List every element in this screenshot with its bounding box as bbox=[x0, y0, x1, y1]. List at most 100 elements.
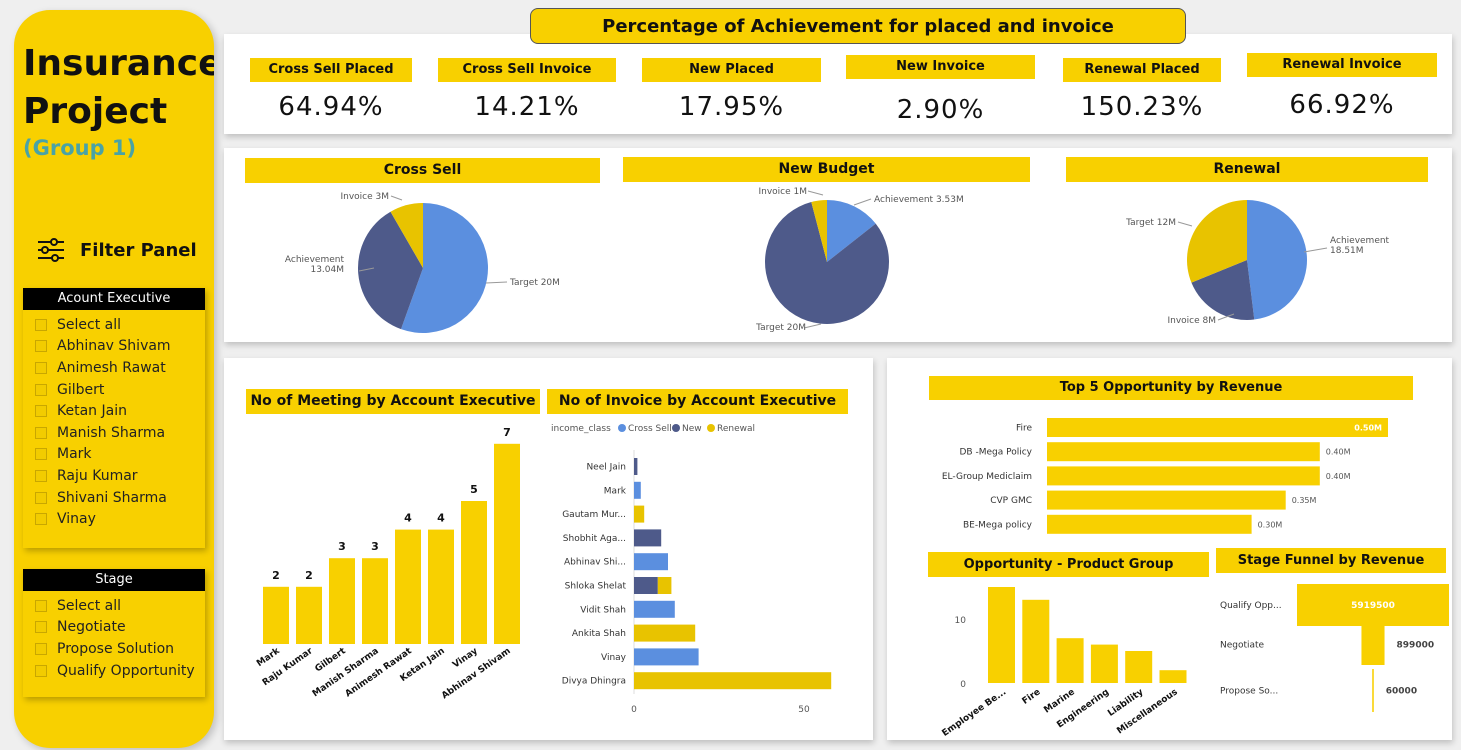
bar-abhinav-shivam[interactable] bbox=[494, 443, 520, 644]
x-tick-label: Fire bbox=[1021, 687, 1043, 707]
bar-el-group-mediclaim[interactable] bbox=[1047, 466, 1320, 486]
bar-shloka-shelat-new[interactable] bbox=[634, 577, 658, 594]
filter-panel-header: Filter Panel bbox=[36, 238, 197, 262]
kpi-value: 17.95% bbox=[678, 92, 785, 122]
leader-line bbox=[807, 190, 824, 196]
checkbox[interactable] bbox=[35, 621, 47, 634]
checkbox[interactable] bbox=[35, 361, 47, 374]
product-group-bar-chart: 010Employee Be... Fire MarineEngineeringLi… bbox=[940, 587, 1187, 739]
ae-option-manish-sharma[interactable]: Manish Sharma bbox=[23, 422, 205, 444]
slicer-item-label: Qualify Opportunity bbox=[57, 662, 195, 679]
kpi-value: 64.94% bbox=[278, 92, 384, 122]
bar-animesh-rawat[interactable] bbox=[395, 529, 421, 644]
bar-ankita-shah-renewal[interactable] bbox=[634, 624, 696, 642]
bar-gautam-mur-renewal[interactable] bbox=[634, 505, 645, 523]
ae-option-select-all[interactable]: Select all bbox=[23, 314, 205, 336]
y-tick-label: Qualify Opp... bbox=[1220, 601, 1282, 611]
bar-shobhit-aga-new[interactable] bbox=[634, 529, 662, 547]
ae-option-mark[interactable]: Mark bbox=[23, 444, 205, 466]
bar-fire[interactable] bbox=[1022, 599, 1050, 683]
stage-funnel-chart: Qualify Opp... 5919500 Negotiate 899000 Prop… bbox=[1220, 584, 1449, 712]
checkbox[interactable] bbox=[35, 426, 47, 439]
ae-option-raju-kumar[interactable]: Raju Kumar bbox=[23, 465, 205, 487]
checkbox[interactable] bbox=[35, 469, 47, 482]
data-label: 4 bbox=[437, 512, 445, 525]
kpi-renewal-invoice: Renewal Invoice 66.92% bbox=[1247, 53, 1437, 120]
data-label: 0.40M bbox=[1326, 448, 1351, 457]
pie-slice-achievement[interactable] bbox=[1247, 200, 1307, 320]
bar-gilbert[interactable] bbox=[329, 558, 355, 644]
kpi-cross-sell-invoice: Cross Sell Invoice 14.21% bbox=[438, 58, 616, 122]
stage-option-qualify-opportunity[interactable]: Qualify Opportunity bbox=[23, 660, 205, 682]
ae-option-ketan-jain[interactable]: Ketan Jain bbox=[23, 400, 205, 422]
pie-label: Target 12M bbox=[1125, 218, 1176, 228]
data-label: 899000 bbox=[1397, 641, 1435, 651]
bar-divya-dhingra-renewal[interactable] bbox=[634, 672, 832, 690]
kpi-value: 150.23% bbox=[1080, 92, 1204, 122]
bar-engineering[interactable] bbox=[1090, 644, 1118, 683]
y-tick-label: Fire bbox=[1016, 424, 1033, 434]
bar-mark[interactable] bbox=[263, 586, 289, 644]
ae-option-shivani-sharma[interactable]: Shivani Sharma bbox=[23, 487, 205, 509]
slicer-item-label: Mark bbox=[57, 446, 92, 463]
bar-marine[interactable] bbox=[1056, 638, 1084, 683]
pie-label: Target 20M bbox=[509, 278, 560, 288]
x-tick-label: 0 bbox=[631, 705, 637, 715]
bar-abhinav-shi-cross-sell[interactable] bbox=[634, 553, 668, 571]
funnel-bar-negotiate[interactable] bbox=[1361, 624, 1385, 665]
checkbox[interactable] bbox=[35, 513, 47, 526]
invoice-chart-title: No of Invoice by Account Executive bbox=[547, 389, 848, 414]
data-label: 0.30M bbox=[1258, 520, 1283, 529]
checkbox[interactable] bbox=[35, 491, 47, 504]
stage-option-negotiate[interactable]: Negotiate bbox=[23, 617, 205, 639]
bar-vinay-cross-sell[interactable] bbox=[634, 648, 699, 666]
legend-label-new: New bbox=[682, 424, 702, 434]
leader-line bbox=[1303, 247, 1328, 253]
funnel-bar-propose-so[interactable] bbox=[1372, 669, 1374, 712]
checkbox[interactable] bbox=[35, 448, 47, 461]
bar-vidit-shah-cross-sell[interactable] bbox=[634, 600, 675, 618]
slicer-item-label: Shivani Sharma bbox=[57, 489, 167, 506]
checkbox[interactable] bbox=[35, 340, 47, 353]
account-executive-slicer: Acount Executive Select all Abhinav Shiva… bbox=[23, 288, 205, 548]
checkbox[interactable] bbox=[35, 405, 47, 418]
leader-line bbox=[803, 323, 822, 329]
checkbox[interactable] bbox=[35, 318, 47, 331]
data-label: 0.50M bbox=[1354, 424, 1382, 433]
bar-neel-jain-new[interactable] bbox=[634, 458, 638, 475]
bar-be-mega-policy[interactable] bbox=[1047, 514, 1252, 534]
bar-manish-sharma[interactable] bbox=[362, 558, 388, 644]
ae-option-vinay[interactable]: Vinay bbox=[23, 508, 205, 530]
bar-ketan-jain[interactable] bbox=[428, 529, 454, 644]
kpi-label: New Placed bbox=[642, 58, 821, 82]
stage-option-select-all[interactable]: Select all bbox=[23, 595, 205, 617]
bar-raju-kumar[interactable] bbox=[296, 586, 322, 644]
kpi-label: Cross Sell Placed bbox=[250, 58, 412, 82]
y-tick-label: Gautam Mur... bbox=[562, 510, 626, 520]
y-tick-label: Shobhit Aga... bbox=[563, 534, 626, 544]
stage-option-propose-solution[interactable]: Propose Solution bbox=[23, 638, 205, 660]
checkbox[interactable] bbox=[35, 383, 47, 396]
bar-employee-be[interactable] bbox=[988, 587, 1015, 683]
checkbox[interactable] bbox=[35, 599, 47, 612]
checkbox[interactable] bbox=[35, 642, 47, 655]
checkbox[interactable] bbox=[35, 664, 47, 677]
ae-option-abhinav-shivam[interactable]: Abhinav Shivam bbox=[23, 336, 205, 358]
ae-option-animesh-rawat[interactable]: Animesh Rawat bbox=[23, 357, 205, 379]
bar-shloka-shelat-renewal[interactable] bbox=[657, 577, 672, 594]
bar-mark-cross-sell[interactable] bbox=[634, 481, 641, 499]
leader-line bbox=[485, 281, 508, 284]
bar-fire[interactable] bbox=[1047, 418, 1388, 437]
x-tick-label: 50 bbox=[798, 705, 810, 715]
y-tick-label: Propose So... bbox=[1220, 687, 1278, 697]
bar-cvp-gmc[interactable] bbox=[1047, 490, 1286, 510]
bar-db-mega-policy[interactable] bbox=[1047, 442, 1320, 462]
bar-liability[interactable] bbox=[1125, 651, 1153, 683]
bar-vinay[interactable] bbox=[461, 501, 487, 644]
y-tick-label: Vinay bbox=[601, 653, 627, 663]
slicer-item-label: Abhinav Shivam bbox=[57, 338, 171, 355]
y-tick-label: 0 bbox=[960, 680, 966, 690]
bar-miscellaneous[interactable] bbox=[1159, 670, 1187, 683]
ae-option-gilbert[interactable]: Gilbert bbox=[23, 379, 205, 401]
filter-panel-label: Filter Panel bbox=[80, 239, 197, 261]
